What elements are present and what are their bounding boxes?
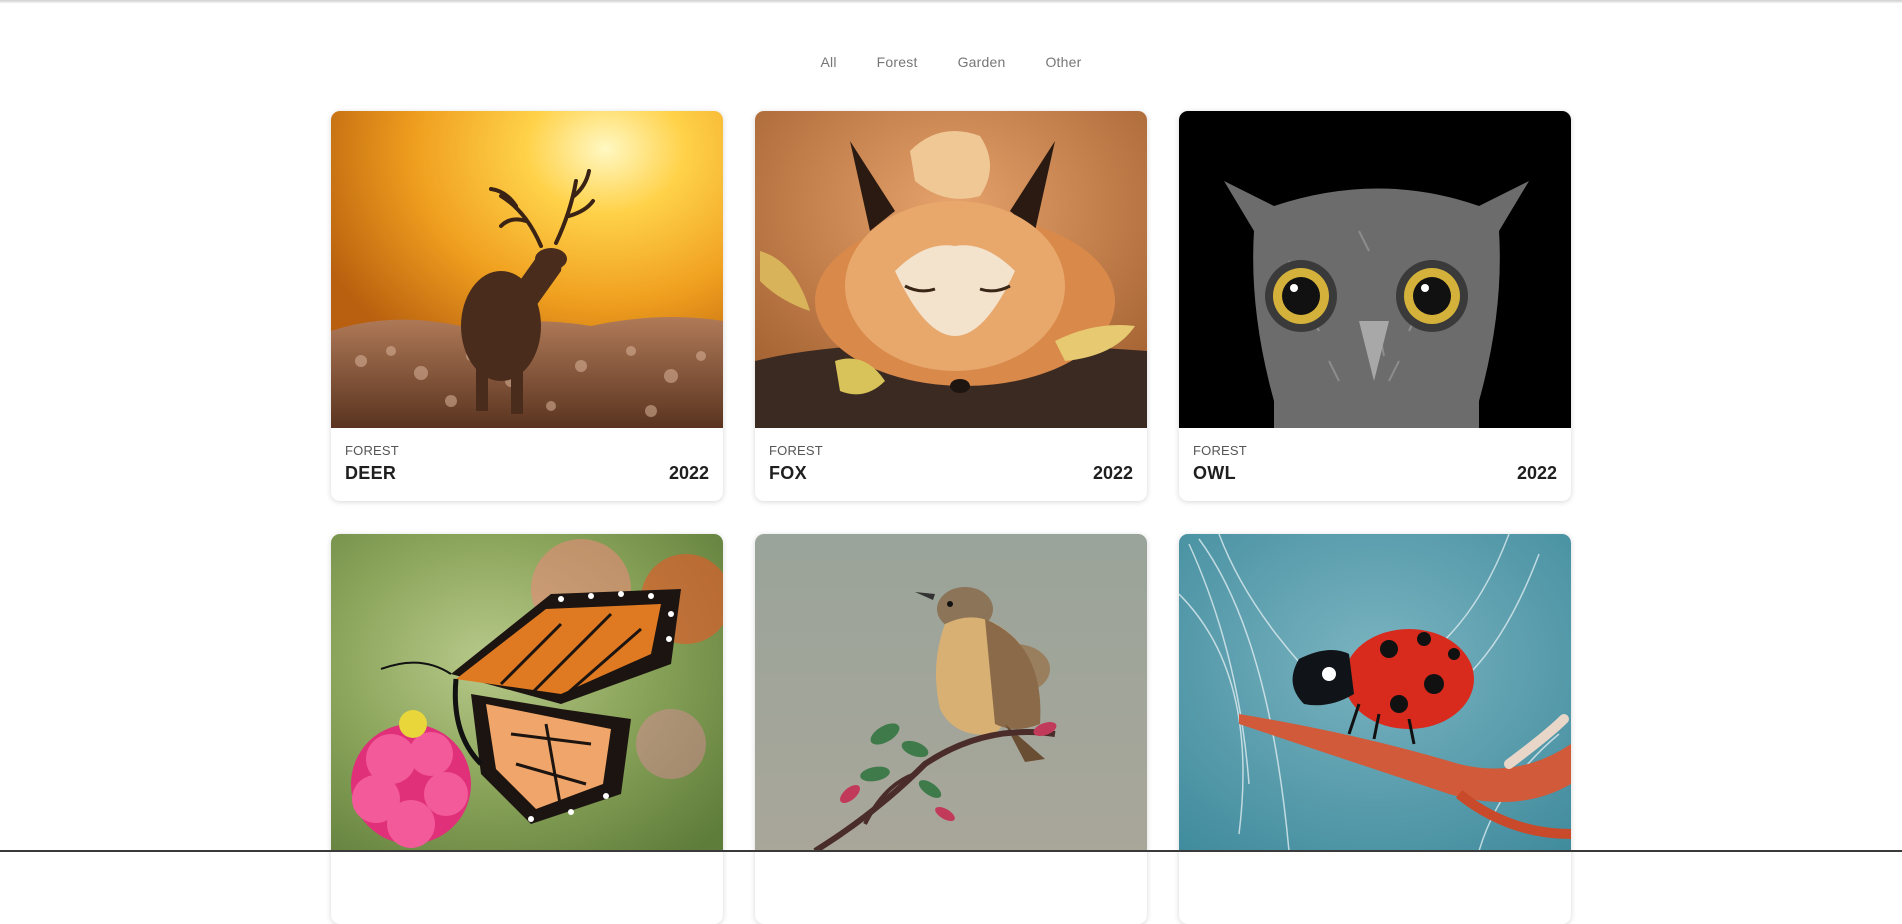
card-category: FOREST	[345, 443, 709, 458]
gallery-card-bird[interactable]	[755, 534, 1147, 924]
card-year: 2022	[669, 463, 709, 484]
gallery-card-ladybug[interactable]	[1179, 534, 1571, 924]
owl-image	[1179, 111, 1571, 428]
filter-garden[interactable]: Garden	[938, 54, 1026, 70]
card-year: 2022	[1517, 463, 1557, 484]
category-filter-bar: All Forest Garden Other	[0, 54, 1902, 70]
card-category: FOREST	[769, 443, 1133, 458]
bird-image	[755, 534, 1147, 851]
gallery-card-owl[interactable]: FOREST OWL 2022	[1179, 111, 1571, 501]
gallery-card-butterfly[interactable]	[331, 534, 723, 924]
filter-forest[interactable]: Forest	[857, 54, 938, 70]
deer-image	[331, 111, 723, 428]
butterfly-image	[331, 534, 723, 851]
top-border	[0, 0, 1902, 3]
card-title: FOX	[769, 463, 807, 484]
card-title: DEER	[345, 463, 396, 484]
card-title: OWL	[1193, 463, 1236, 484]
gallery-card-fox[interactable]: FOREST FOX 2022	[755, 111, 1147, 501]
card-year: 2022	[1093, 463, 1133, 484]
fox-image	[755, 111, 1147, 428]
filter-other[interactable]: Other	[1025, 54, 1101, 70]
card-category: FOREST	[1193, 443, 1557, 458]
gallery-card-deer[interactable]: FOREST DEER 2022	[331, 111, 723, 501]
gallery-grid: FOREST DEER 2022	[331, 111, 1573, 924]
ladybug-image	[1179, 534, 1571, 851]
filter-all[interactable]: All	[801, 54, 857, 70]
